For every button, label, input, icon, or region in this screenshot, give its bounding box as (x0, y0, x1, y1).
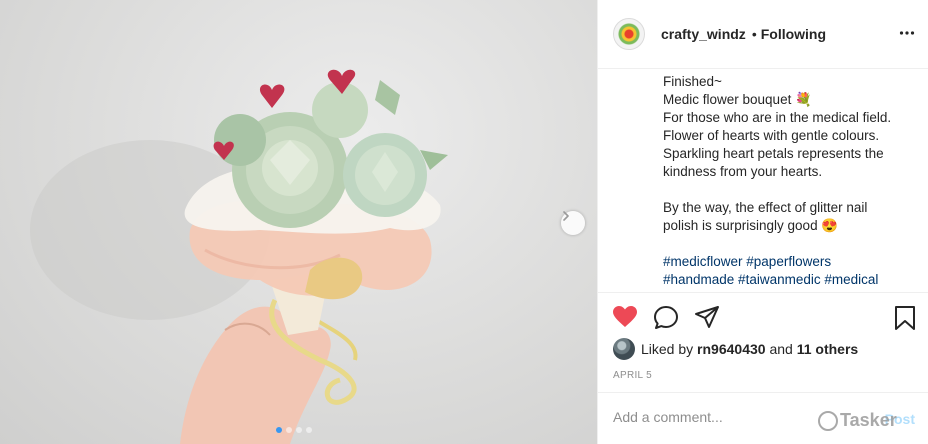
more-options-icon[interactable] (899, 25, 915, 41)
carousel-dot (276, 427, 282, 433)
caption-line: By the way, the effect of glitter nail (663, 200, 868, 215)
carousel-indicator (276, 427, 312, 433)
chevron-right-icon (563, 211, 569, 221)
post-caption: Finished~ Medic flower bouquet 💐 For tho… (663, 73, 913, 291)
avatar[interactable] (613, 18, 645, 50)
carousel-dot (286, 427, 292, 433)
post-actions (598, 292, 928, 342)
post-header: crafty_windz • Following (598, 0, 928, 69)
hashtag-line[interactable]: #handmade #taiwanmedic #medical (663, 271, 913, 289)
caption-line: For those who are in the medical field. (663, 110, 892, 125)
comment-input[interactable] (613, 409, 843, 425)
paper-plane-icon[interactable] (694, 305, 720, 329)
carousel-dot (296, 427, 302, 433)
separator-dot: • (751, 26, 757, 42)
post-comment-button[interactable]: Post (885, 411, 915, 427)
post-date[interactable]: APRIL 5 (613, 370, 652, 381)
caption-line: Finished~ (663, 74, 722, 89)
bouquet-image (30, 69, 448, 444)
caption-line: kindness from your hearts. (663, 164, 823, 179)
follow-status-button[interactable]: Following (761, 26, 826, 42)
caption-line: polish is surprisingly good 😍 (663, 218, 839, 233)
likes-others-link[interactable]: 11 others (797, 341, 858, 357)
post-side-panel: crafty_windz • Following Finished~ Medic… (597, 0, 928, 444)
caption-line: Sparkling heart petals represents the (663, 146, 884, 161)
post-photo[interactable] (0, 0, 597, 444)
liker-avatar[interactable] (613, 338, 635, 360)
carousel-next-button[interactable] (561, 211, 585, 235)
comment-icon[interactable] (653, 305, 679, 331)
comment-bar: Post (598, 392, 928, 444)
heart-icon[interactable] (612, 305, 638, 329)
username-link[interactable]: crafty_windz (661, 26, 746, 42)
caption-line: Medic flower bouquet 💐 (663, 92, 812, 107)
hashtag-line[interactable]: #medicflower #paperflowers (663, 253, 913, 271)
bookmark-icon[interactable] (894, 305, 916, 331)
carousel-dot (306, 427, 312, 433)
caption-line: Flower of hearts with gentle colours. (663, 128, 880, 143)
likes-conjunction: and (769, 341, 793, 357)
likes-summary: Liked by rn9640430 and 11 others (613, 338, 858, 360)
liker-username-link[interactable]: rn9640430 (697, 341, 766, 357)
likes-prefix: Liked by (641, 341, 694, 357)
